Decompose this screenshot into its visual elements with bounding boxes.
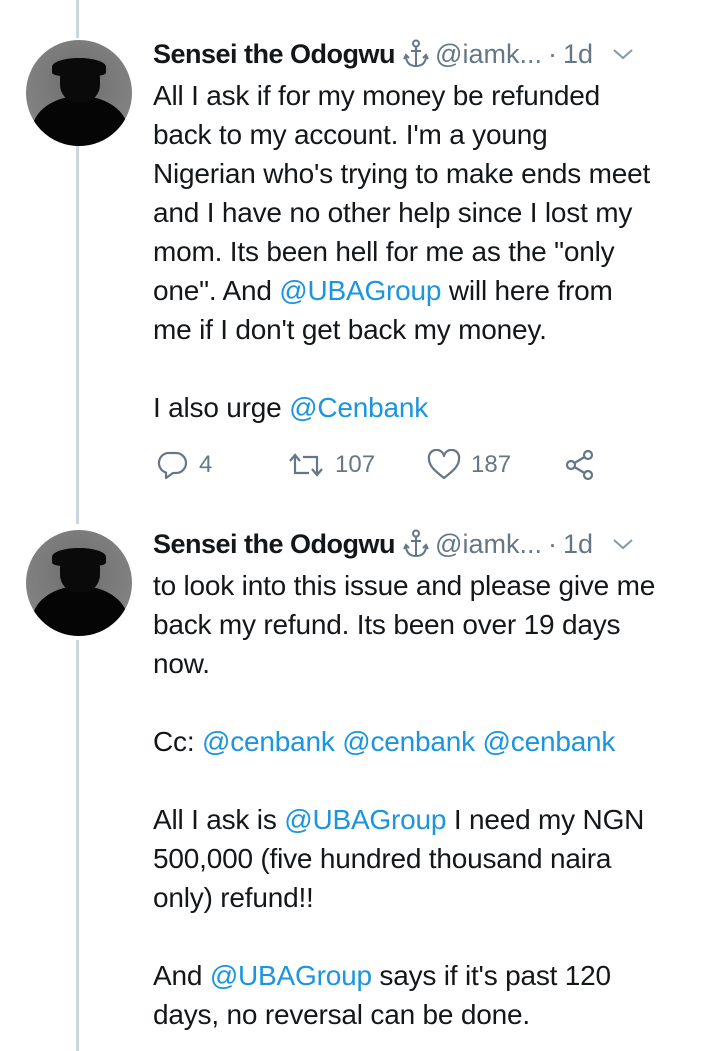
chevron-down-icon[interactable]	[611, 42, 635, 66]
tweet-text-segment: Nigerian who's trying to make ends meet	[153, 158, 651, 189]
avatar[interactable]	[26, 40, 132, 146]
avatar-silhouette-cap	[52, 58, 106, 76]
author-name[interactable]: Sensei the Odogwu	[153, 39, 396, 70]
separator-dot: ·	[547, 528, 557, 559]
mention-link[interactable]: @UBAGroup	[210, 960, 372, 991]
tweet-header: Sensei the Odogwu @iamk... · 1d	[153, 32, 708, 76]
reply-icon	[157, 449, 189, 481]
tweet-text-segment: will here from	[441, 275, 613, 306]
mention-link[interactable]: @Cenbank	[289, 392, 428, 423]
tweet-text-segment: And	[153, 960, 210, 991]
tweet-text-line: and I have no other help since I lost my	[153, 193, 708, 232]
anchor-icon	[403, 529, 429, 559]
avatar-silhouette-body	[32, 586, 128, 636]
tweet-text-segment: to look into this issue and please give …	[153, 570, 656, 601]
tweet-text: All I ask if for my money be refunded bac…	[153, 76, 708, 427]
reply-count: 4	[199, 451, 213, 478]
separator-dot: ·	[547, 38, 557, 69]
heart-icon	[427, 449, 461, 481]
thread-line-middle	[76, 140, 79, 524]
like-count: 187	[471, 451, 512, 478]
author-handle[interactable]: @iamk...	[435, 529, 542, 560]
tweet-text-segment: me if I don't get back my money.	[153, 314, 547, 345]
tweet-text-segment: mom. Its been hell for me as the "only	[153, 236, 615, 267]
retweet-count: 107	[335, 451, 376, 478]
tweet-header: Sensei the Odogwu @iamk... · 1d	[153, 522, 708, 566]
tweet-text-line: me if I don't get back my money.	[153, 310, 708, 349]
tweet-text-line: Cc: @cenbank @cenbank @cenbank	[153, 722, 708, 761]
author-handle[interactable]: @iamk...	[435, 39, 542, 70]
tweet-text-line: All I ask if for my money be refunded	[153, 76, 708, 115]
tweet-text-segment: All I ask if for my money be refunded	[153, 80, 601, 111]
avatar-silhouette-body	[32, 96, 128, 146]
tweet-text-line: 500,000 (five hundred thousand naira	[153, 839, 708, 878]
like-button[interactable]: 187	[427, 449, 565, 481]
tweet-text-segment: only) refund!!	[153, 882, 314, 913]
avatar-silhouette-cap	[52, 548, 106, 566]
share-button[interactable]	[565, 449, 595, 481]
tweet-text-segment	[475, 726, 483, 757]
tweet-content: Sensei the Odogwu @iamk... · 1d	[153, 32, 708, 493]
reply-button[interactable]: 4	[157, 449, 287, 481]
tweet-content: Sensei the Odogwu @iamk... · 1d	[153, 522, 708, 1034]
anchor-icon	[403, 39, 429, 69]
mention-link[interactable]: @UBAGroup	[284, 804, 446, 835]
tweet-text-segment: 500,000 (five hundred thousand naira	[153, 843, 612, 874]
tweet-actions: 4 107 187	[153, 437, 708, 493]
tweet-text-line: Nigerian who's trying to make ends meet	[153, 154, 708, 193]
tweet-text: to look into this issue and please give …	[153, 566, 708, 1034]
tweet-text-segment: back to my account. I'm a young	[153, 119, 548, 150]
tweet-text-line: I also urge @Cenbank	[153, 388, 708, 427]
tweet-text-segment: one". And	[153, 275, 280, 306]
tweet-text-segment: and I have no other help since I lost my	[153, 197, 633, 228]
tweet-text-line: days, no reversal can be done.	[153, 995, 708, 1034]
tweet-text-segment: days, no reversal can be done.	[153, 999, 530, 1030]
tweet-text-segment: back my refund. Its been over 19 days	[153, 609, 621, 640]
tweet-text-segment: says if it's past 120	[371, 960, 611, 991]
chevron-down-icon[interactable]	[611, 532, 635, 556]
tweet-text-line: All I ask is @UBAGroup I need my NGN	[153, 800, 708, 839]
tweet-text-segment: Cc:	[153, 726, 202, 757]
thread-line-top	[76, 0, 79, 38]
tweet-text-line: back my refund. Its been over 19 days	[153, 605, 708, 644]
tweet-text-segment: All I ask is	[153, 804, 285, 835]
tweet-text-segment: I also urge	[153, 392, 290, 423]
tweet-text-line: now.	[153, 644, 708, 683]
mention-link[interactable]: @cenbank	[483, 726, 616, 757]
avatar[interactable]	[26, 530, 132, 636]
tweet-text-line: mom. Its been hell for me as the "only	[153, 232, 708, 271]
tweet-time[interactable]: 1d	[563, 39, 593, 70]
mention-link[interactable]: @cenbank	[202, 726, 335, 757]
tweet-text-segment: I need my NGN	[446, 804, 645, 835]
tweet-time[interactable]: 1d	[563, 529, 593, 560]
retweet-button[interactable]: 107	[287, 450, 427, 480]
tweet-text-line: to look into this issue and please give …	[153, 566, 708, 605]
mention-link[interactable]: @UBAGroup	[279, 275, 441, 306]
mention-link[interactable]: @cenbank	[342, 726, 475, 757]
share-icon	[565, 449, 595, 481]
tweet-text-line: only) refund!!	[153, 878, 708, 917]
tweet-text-line: back to my account. I'm a young	[153, 115, 708, 154]
tweet-text-line: one". And @UBAGroup will here from	[153, 271, 708, 310]
author-name[interactable]: Sensei the Odogwu	[153, 529, 396, 560]
tweet-text-line: And @UBAGroup says if it's past 120	[153, 956, 708, 995]
thread-line-bottom	[76, 640, 79, 1051]
tweet-text-segment: now.	[153, 648, 210, 679]
retweet-icon	[287, 450, 325, 480]
